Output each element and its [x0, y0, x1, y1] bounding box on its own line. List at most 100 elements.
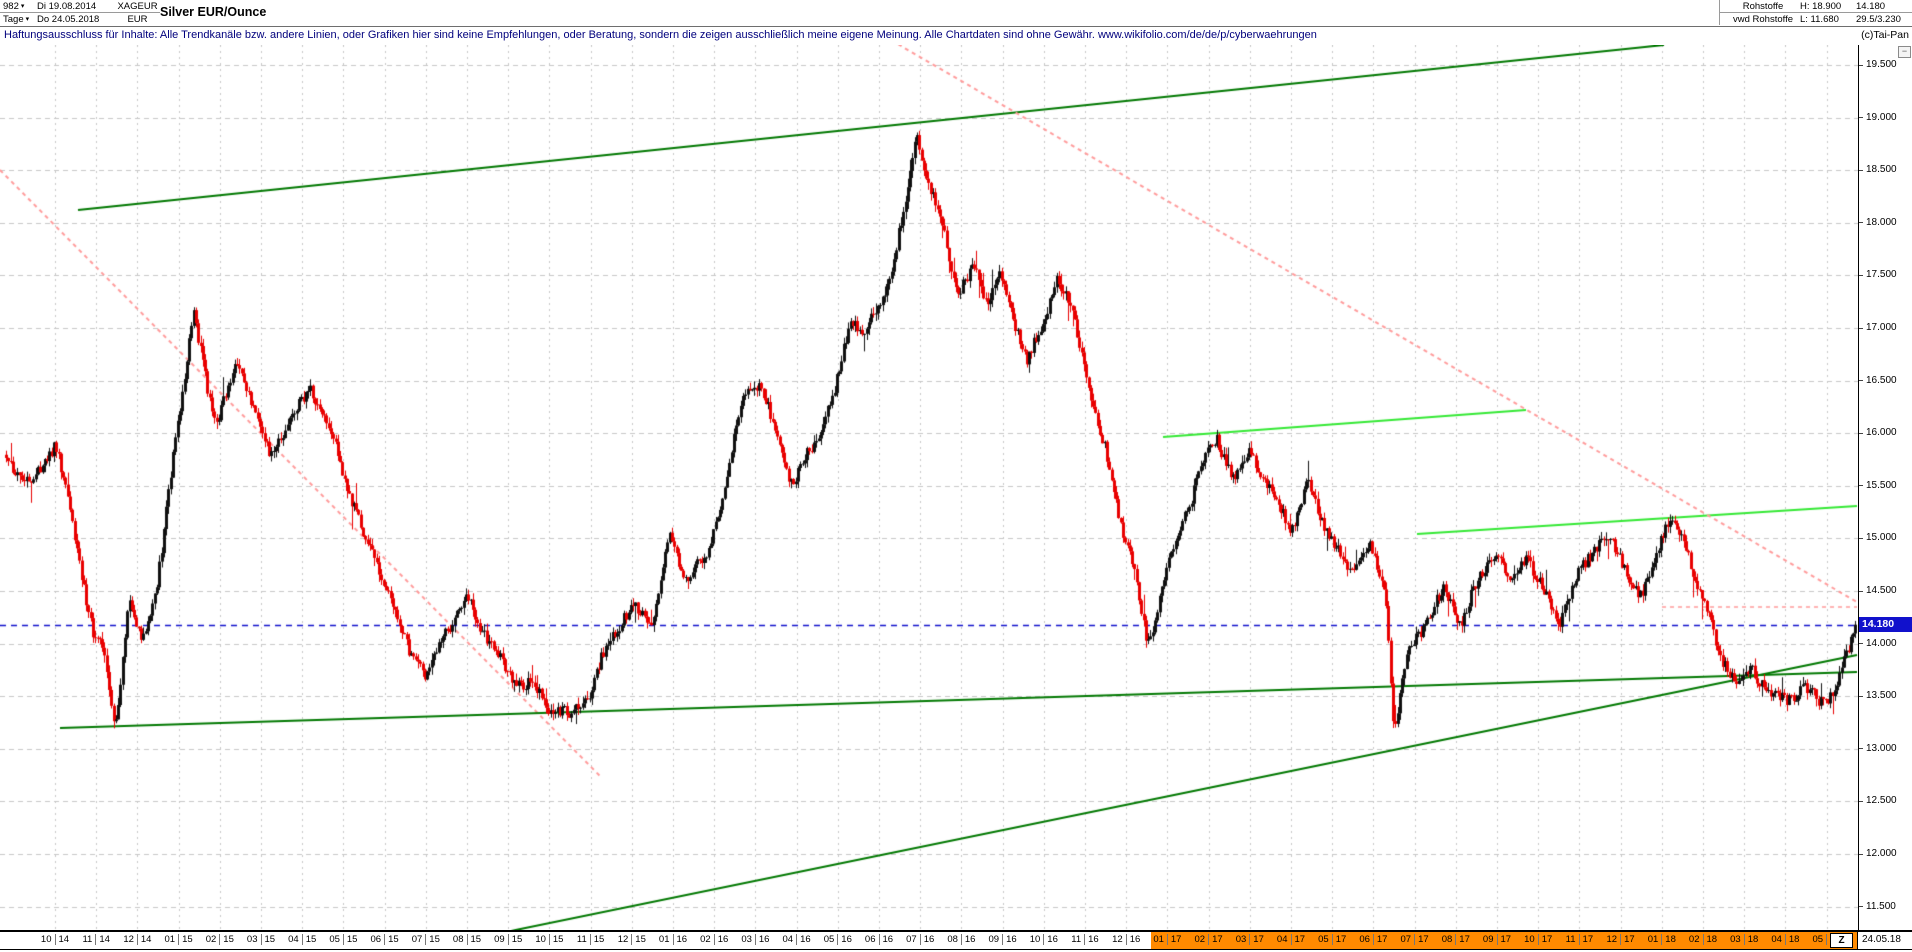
y-tick-label: 14.500 — [1866, 585, 1897, 596]
disclaimer-text: Haftungsausschluss für Inhalte: Alle Tre… — [4, 29, 1317, 41]
x-axis-label: 0616 — [861, 934, 897, 945]
period-label: Tage — [3, 14, 24, 25]
last-price-header: 14.180 — [1850, 0, 1912, 13]
bars-count: 982 — [3, 1, 19, 12]
x-axis-label: 1214 — [119, 934, 155, 945]
y-tick-mark — [1859, 222, 1863, 223]
x-axis-label: 1114 — [78, 934, 114, 945]
x-axis-label: 0617 — [1355, 934, 1391, 945]
x-axis-label: 0317 — [1232, 934, 1268, 945]
y-tick-mark — [1859, 380, 1863, 381]
x-axis-label: 0816 — [943, 934, 979, 945]
x-axis-label: 0817 — [1438, 934, 1474, 945]
x-axis-label: 1115 — [573, 934, 609, 945]
x-axis-label: 1016 — [1026, 934, 1062, 945]
y-tick-label: 12.000 — [1866, 848, 1897, 859]
y-tick-label: 18.500 — [1866, 164, 1897, 175]
y-tick-mark — [1859, 748, 1863, 749]
x-axis-label: 0217 — [1191, 934, 1227, 945]
axis-divider — [1857, 932, 1858, 949]
disclaimer-row: Haftungsausschluss für Inhalte: Alle Tre… — [0, 27, 1912, 44]
price-chart-canvas[interactable] — [0, 0, 1912, 952]
x-axis-label: 0115 — [161, 934, 197, 945]
y-tick-mark — [1859, 328, 1863, 329]
y-tick-mark — [1859, 906, 1863, 907]
y-tick-label: 16.500 — [1866, 375, 1897, 386]
period-dropdown[interactable]: Tage▾ — [0, 13, 37, 25]
start-date-field[interactable]: Di 19.08.2014 — [34, 0, 114, 13]
y-tick-label: 13.500 — [1866, 690, 1897, 701]
header-bar: 982▾ Tage▾ Di 19.08.2014 Do 24.05.2018 X… — [0, 0, 1912, 27]
x-axis-label: 0417 — [1273, 934, 1309, 945]
x-axis-label: 0416 — [779, 934, 815, 945]
x-axis-label: 0418 — [1767, 934, 1803, 945]
x-axis-label: 0215 — [202, 934, 238, 945]
y-tick-mark — [1859, 696, 1863, 697]
x-axis-label: 1015 — [531, 934, 567, 945]
app-window: 982▾ Tage▾ Di 19.08.2014 Do 24.05.2018 X… — [0, 0, 1912, 952]
y-tick-mark — [1859, 275, 1863, 276]
y-tick-label: 12.500 — [1866, 795, 1897, 806]
y-tick-label: 11.500 — [1866, 901, 1896, 912]
y-tick-mark — [1859, 433, 1863, 434]
y-tick-label: 15.000 — [1866, 532, 1897, 543]
x-axis-label: 1014 — [37, 934, 73, 945]
y-tick-label: 17.500 — [1866, 269, 1897, 280]
y-tick-mark — [1859, 485, 1863, 486]
symbol-label: XAGEUR — [111, 0, 162, 13]
y-tick-label: 14.000 — [1866, 638, 1897, 649]
x-axis-label: 0717 — [1397, 934, 1433, 945]
x-axis-label: 0815 — [449, 934, 485, 945]
x-axis-label: 0716 — [902, 934, 938, 945]
y-tick-mark — [1859, 854, 1863, 855]
x-axis-label: 0118 — [1644, 934, 1680, 945]
minimize-icon[interactable]: − — [1898, 46, 1911, 58]
group-label: Rohstoffe — [1719, 0, 1801, 13]
x-axis-label: 0218 — [1685, 934, 1721, 945]
y-tick-mark — [1859, 117, 1863, 118]
y-tick-mark — [1859, 538, 1863, 539]
y-tick-mark — [1859, 170, 1863, 171]
y-tick-label: 13.000 — [1866, 743, 1897, 754]
x-axis-label: 0715 — [408, 934, 444, 945]
y-tick-mark — [1859, 801, 1863, 802]
x-axis-label: 0515 — [325, 934, 361, 945]
x-axis-label: 0615 — [367, 934, 403, 945]
y-tick-mark — [1859, 591, 1863, 592]
y-tick-label: 18.000 — [1866, 217, 1897, 228]
y-tick-label: 16.000 — [1866, 427, 1897, 438]
x-axis-label: 0516 — [820, 934, 856, 945]
feed-label: vwd Rohstoffe — [1719, 13, 1801, 25]
x-axis-label: 0915 — [490, 934, 526, 945]
x-axis-label: 0517 — [1314, 934, 1350, 945]
x-axis-label: 0117 — [1149, 934, 1185, 945]
x-axis-label: 1017 — [1520, 934, 1556, 945]
y-tick-mark — [1859, 643, 1863, 644]
chevron-down-icon: ▾ — [26, 16, 30, 23]
y-tick-label: 19.000 — [1866, 112, 1897, 123]
axis-corner-date: 24.05.18 — [1862, 934, 1901, 945]
change-header: 29.5/3.230 — [1850, 13, 1912, 25]
zoom-button[interactable]: Z — [1830, 933, 1853, 948]
period-high-label: H: 18.900 — [1794, 0, 1856, 13]
end-date-field[interactable]: Do 24.05.2018 — [34, 13, 114, 25]
x-axis-label: 1217 — [1603, 934, 1639, 945]
x-axis-label: 0116 — [655, 934, 691, 945]
chevron-down-icon: ▾ — [21, 3, 25, 10]
y-tick-label: 19.500 — [1866, 59, 1897, 70]
y-tick-label: 15.500 — [1866, 480, 1897, 491]
x-axis-label: 0216 — [696, 934, 732, 945]
x-axis-label: 0415 — [284, 934, 320, 945]
x-axis-label: 0916 — [985, 934, 1021, 945]
x-axis-label: 0315 — [243, 934, 279, 945]
copyright-label: (c)Tai-Pan — [1857, 29, 1909, 41]
x-axis-label: 1215 — [614, 934, 650, 945]
bars-count-dropdown[interactable]: 982▾ — [0, 0, 37, 13]
x-axis-label: 1117 — [1561, 934, 1597, 945]
x-axis[interactable]: 1014 1114 1214 0115 0215 0315 0415 0515 0615 0715… — [0, 930, 1912, 950]
last-price-tag: 14.180 — [1859, 617, 1912, 632]
x-axis-label: 0316 — [737, 934, 773, 945]
currency-label: EUR — [111, 13, 162, 25]
x-axis-label: 0318 — [1726, 934, 1762, 945]
period-low-label: L: 11.680 — [1794, 13, 1856, 25]
